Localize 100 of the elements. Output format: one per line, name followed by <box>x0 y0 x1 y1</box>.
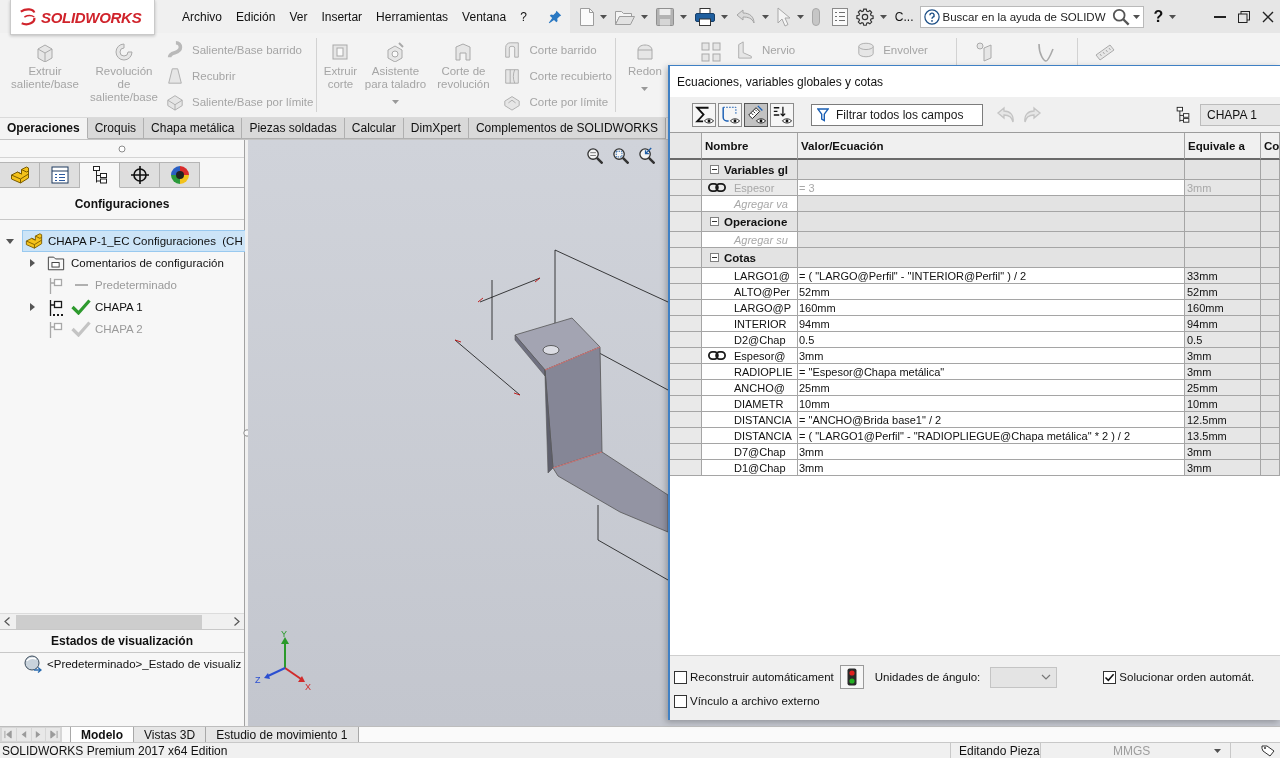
panel-tab[interactable] <box>120 162 160 188</box>
new-document-icon[interactable] <box>579 7 594 26</box>
table-cell[interactable]: 3mm <box>798 348 1185 364</box>
column-header[interactable]: Equivale a <box>1185 133 1261 160</box>
display-state-item[interactable]: <Predeterminado>_Estado de visualiz <box>24 654 244 674</box>
sheet-tab[interactable]: Modelo <box>70 727 134 742</box>
table-cell[interactable]: 160mm <box>798 300 1185 316</box>
ribbon-tab[interactable]: Croquis <box>87 118 145 139</box>
panel-tab[interactable] <box>40 162 80 188</box>
table-cell[interactable]: 94mm <box>798 316 1185 332</box>
variable-name[interactable]: ALTO@Per <box>734 285 790 298</box>
row-header-cell[interactable] <box>670 364 702 380</box>
view-toggle-button[interactable] <box>692 102 716 127</box>
table-cell[interactable]: 25mm <box>798 380 1185 396</box>
row-header-cell[interactable] <box>670 284 702 300</box>
rebuild-button[interactable] <box>839 665 864 689</box>
menu-item[interactable]: ? <box>513 5 534 28</box>
row-header-cell[interactable] <box>670 160 702 180</box>
row-header-cell[interactable] <box>670 196 702 212</box>
collapse-icon[interactable] <box>710 165 719 174</box>
variable-name[interactable]: D1@Chap <box>734 461 786 474</box>
collapse-icon[interactable] <box>710 217 719 226</box>
caret-down-icon[interactable] <box>1214 748 1222 753</box>
variable-name[interactable]: RADIOPLIE <box>734 365 793 378</box>
table-cell[interactable]: = "Espesor@Chapa metálica" <box>798 364 1185 380</box>
row-header-cell[interactable] <box>670 332 702 348</box>
help-circle-icon[interactable] <box>923 8 940 25</box>
panel-tab[interactable] <box>160 162 200 188</box>
variable-name[interactable]: ANCHO@ <box>734 381 785 394</box>
row-header-cell[interactable] <box>670 428 702 444</box>
caret-down-icon[interactable] <box>1169 14 1177 19</box>
table-cell[interactable]: 3mm <box>798 444 1185 460</box>
tree-item[interactable]: Comentarios de configuración <box>44 252 229 274</box>
tree-item[interactable]: CHAPA 1 <box>44 296 148 318</box>
scrollbar-thumb[interactable] <box>16 614 202 629</box>
checkbox-label[interactable]: Vínculo a archivo externo <box>690 695 820 707</box>
table-cell[interactable]: = ( "LARGO1@Perfil" - "RADIOPLIEGUE@Chapa metálica" * 2 ) / 2 <box>798 428 1185 444</box>
caret-down-icon[interactable] <box>1132 14 1140 19</box>
caret-down-icon[interactable] <box>6 238 14 244</box>
view-toggle-button[interactable] <box>744 102 768 127</box>
checkbox[interactable] <box>1103 670 1117 684</box>
grip-handle-icon[interactable] <box>118 144 126 153</box>
variable-name[interactable]: D2@Chap <box>734 333 786 346</box>
configuration-dropdown[interactable]: CHAPA 1 <box>1200 103 1280 126</box>
zoom-area-icon[interactable] <box>612 147 629 164</box>
ribbon-tab[interactable]: DimXpert <box>403 118 469 139</box>
restore-icon[interactable] <box>1238 10 1250 23</box>
search-field[interactable]: Buscar en la ayuda de SOLIDW <box>919 5 1144 28</box>
open-folder-icon[interactable] <box>614 8 635 25</box>
pin-icon[interactable] <box>547 9 562 24</box>
toolbar-button[interactable]: C... <box>894 9 914 24</box>
sheet-tab[interactable]: Estudio de movimiento 1 <box>206 727 359 742</box>
caret-down-icon[interactable] <box>761 14 769 19</box>
menu-item[interactable]: Ventana <box>455 5 514 28</box>
tree-item[interactable]: CHAPA P-1_EC Configuraciones (CH <box>22 230 248 252</box>
scroll-right-icon[interactable] <box>234 617 240 626</box>
variable-name[interactable]: DISTANCIA <box>734 413 792 426</box>
variable-name[interactable]: DIAMETR <box>734 397 784 410</box>
view-toggle-button[interactable] <box>718 102 742 127</box>
minimize-icon[interactable] <box>1214 15 1226 18</box>
caret-right-icon[interactable] <box>29 259 35 267</box>
row-header-cell[interactable] <box>670 396 702 412</box>
settings-icon[interactable] <box>855 7 874 26</box>
ribbon-tab[interactable]: Complementos de SOLIDWORKS <box>468 118 666 139</box>
menu-item[interactable]: Edición <box>229 5 283 28</box>
row-header-cell[interactable] <box>670 348 702 364</box>
magnifier-arrow-icon[interactable] <box>638 147 655 164</box>
menu-item[interactable]: Archivo <box>175 5 229 28</box>
variable-name[interactable]: INTERIOR <box>734 317 787 330</box>
row-header-cell[interactable] <box>670 300 702 316</box>
row-header-cell[interactable] <box>670 316 702 332</box>
caret-down-icon[interactable] <box>640 14 648 19</box>
caret-down-icon[interactable] <box>796 14 804 19</box>
column-header[interactable]: Valor/Ecuación <box>798 133 1185 160</box>
row-header-cell[interactable] <box>670 444 702 460</box>
printer-icon[interactable] <box>694 7 715 26</box>
ribbon-tab[interactable]: Piezas soldadas <box>242 118 345 139</box>
table-cell[interactable]: 10mm <box>798 396 1185 412</box>
caret-down-icon[interactable] <box>679 14 687 19</box>
menu-item[interactable]: Ver <box>282 5 315 28</box>
table-cell[interactable]: = "ANCHO@Brida base1" / 2 <box>798 412 1185 428</box>
row-header-cell[interactable] <box>670 212 702 232</box>
row-header-cell[interactable] <box>670 380 702 396</box>
variable-name[interactable]: LARGO@P <box>734 301 791 314</box>
variable-name[interactable]: D7@Chap <box>734 445 786 458</box>
checkbox-label[interactable]: Reconstruir automáticament <box>690 671 834 683</box>
logo-tab[interactable]: SOLIDWORKS <box>10 0 155 35</box>
table-cell[interactable]: 0.5 <box>798 332 1185 348</box>
checkbox[interactable] <box>674 694 687 708</box>
row-header-cell[interactable] <box>670 460 702 476</box>
horizontal-scrollbar[interactable] <box>0 613 244 629</box>
variable-name[interactable]: Espesor@ <box>734 349 786 362</box>
column-header[interactable]: Nombre <box>702 133 798 160</box>
table-cell[interactable]: = ( "LARGO@Perfil" - "INTERIOR@Perfil" ) / 2 <box>798 268 1185 284</box>
list-icon[interactable] <box>831 7 848 26</box>
menu-item[interactable]: Herramientas <box>369 5 456 28</box>
close-icon[interactable] <box>1262 10 1274 23</box>
search-icon[interactable] <box>1111 7 1130 26</box>
collapse-icon[interactable] <box>710 253 719 262</box>
variable-name[interactable]: DISTANCIA <box>734 429 792 442</box>
